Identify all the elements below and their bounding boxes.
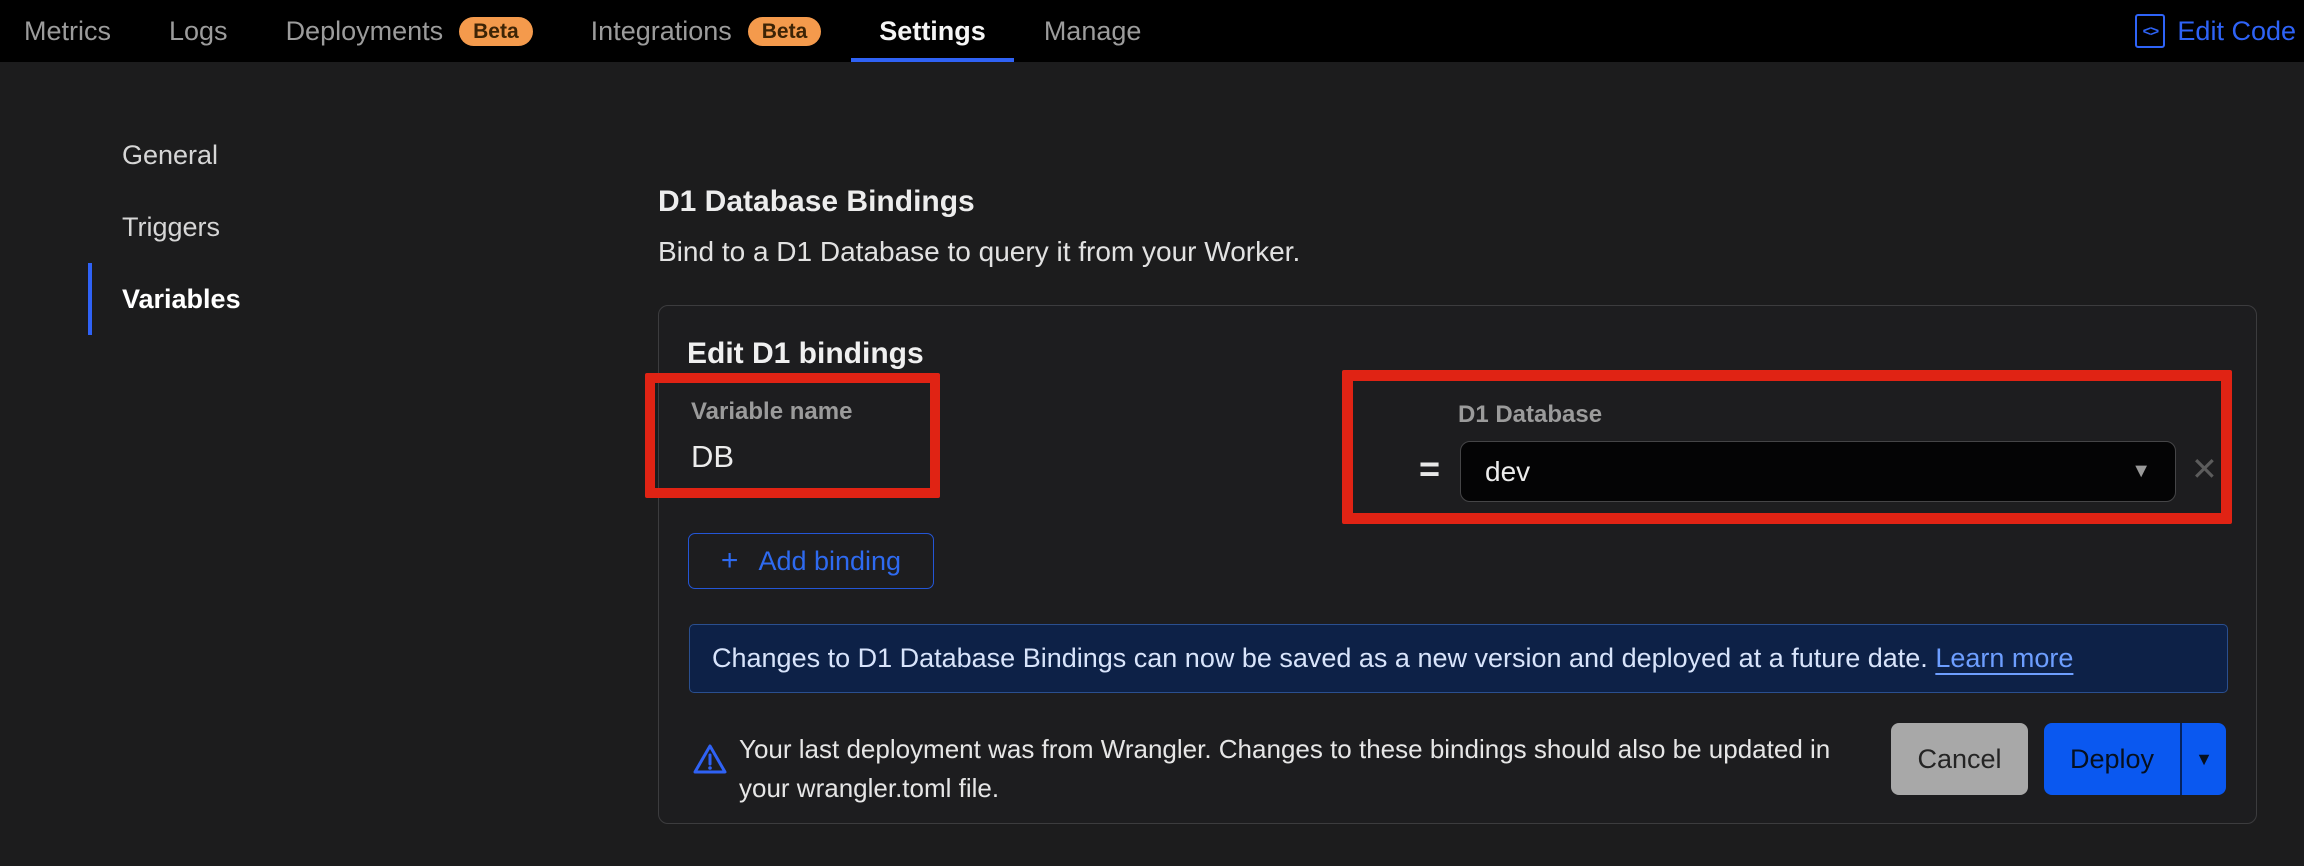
- remove-binding-icon[interactable]: ✕: [2191, 450, 2218, 488]
- workers-settings-screen: Metrics Logs Deployments Beta Integratio…: [0, 0, 2304, 866]
- beta-badge: Beta: [748, 17, 822, 46]
- sidebar-item-triggers[interactable]: Triggers: [88, 191, 388, 263]
- version-info-banner: Changes to D1 Database Bindings can now …: [689, 624, 2228, 693]
- deploy-split-button[interactable]: Deploy ▼: [2044, 723, 2226, 795]
- active-tab-underline: [851, 58, 1014, 62]
- add-binding-label: Add binding: [758, 546, 901, 577]
- tab-metrics-label: Metrics: [24, 16, 111, 47]
- chevron-down-icon: ▼: [2131, 460, 2151, 483]
- tab-integrations-label: Integrations: [591, 16, 732, 47]
- deploy-button-label[interactable]: Deploy: [2044, 723, 2180, 795]
- sidebar-item-general[interactable]: General: [88, 119, 388, 191]
- page-subtitle: Bind to a D1 Database to query it from y…: [658, 236, 1300, 268]
- d1-database-label: D1 Database: [1458, 401, 1602, 429]
- tab-manage[interactable]: Manage: [1044, 0, 1142, 62]
- add-binding-button[interactable]: + Add binding: [688, 533, 934, 589]
- variable-name-label: Variable name: [691, 398, 852, 426]
- info-banner-message: Changes to D1 Database Bindings can now …: [712, 643, 1928, 673]
- top-nav-tabs: Metrics Logs Deployments Beta Integratio…: [0, 0, 1141, 62]
- sidebar-item-variables-label: Variables: [122, 284, 241, 315]
- edit-code-icon: <>: [2135, 14, 2165, 48]
- tab-logs-label: Logs: [169, 16, 228, 47]
- card-title: Edit D1 bindings: [687, 337, 924, 371]
- settings-sidebar: General Triggers Variables: [88, 119, 388, 335]
- tab-settings-label: Settings: [879, 16, 986, 47]
- edit-d1-bindings-card: Edit D1 bindings Variable name DB = D1 D…: [658, 305, 2257, 824]
- tab-deployments[interactable]: Deployments Beta: [286, 0, 533, 62]
- d1-database-select[interactable]: dev ▼: [1460, 441, 2176, 502]
- plus-icon: +: [721, 544, 739, 578]
- sidebar-item-variables[interactable]: Variables: [88, 263, 388, 335]
- beta-badge: Beta: [459, 17, 533, 46]
- top-nav: Metrics Logs Deployments Beta Integratio…: [0, 0, 2304, 62]
- warning-icon: [692, 742, 728, 778]
- variable-name-value[interactable]: DB: [691, 439, 734, 475]
- d1-database-selected-value: dev: [1485, 456, 2131, 488]
- tab-deployments-label: Deployments: [286, 16, 444, 47]
- tab-logs[interactable]: Logs: [169, 0, 228, 62]
- tab-settings[interactable]: Settings: [879, 0, 986, 62]
- tab-metrics[interactable]: Metrics: [24, 0, 111, 62]
- sidebar-item-triggers-label: Triggers: [122, 212, 220, 243]
- edit-code-button[interactable]: <> Edit Code: [2135, 0, 2296, 62]
- tab-manage-label: Manage: [1044, 16, 1142, 47]
- edit-code-label: Edit Code: [2177, 16, 2296, 47]
- info-banner-text: Changes to D1 Database Bindings can now …: [712, 643, 2073, 674]
- wrangler-warning-text: Your last deployment was from Wrangler. …: [739, 730, 1864, 808]
- learn-more-link[interactable]: Learn more: [1935, 643, 2073, 673]
- cancel-button[interactable]: Cancel: [1891, 723, 2028, 795]
- equals-sign: =: [1419, 448, 1440, 490]
- sidebar-item-general-label: General: [122, 140, 218, 171]
- deploy-dropdown-caret-icon[interactable]: ▼: [2182, 723, 2226, 795]
- page-title: D1 Database Bindings: [658, 185, 975, 219]
- tab-integrations[interactable]: Integrations Beta: [591, 0, 822, 62]
